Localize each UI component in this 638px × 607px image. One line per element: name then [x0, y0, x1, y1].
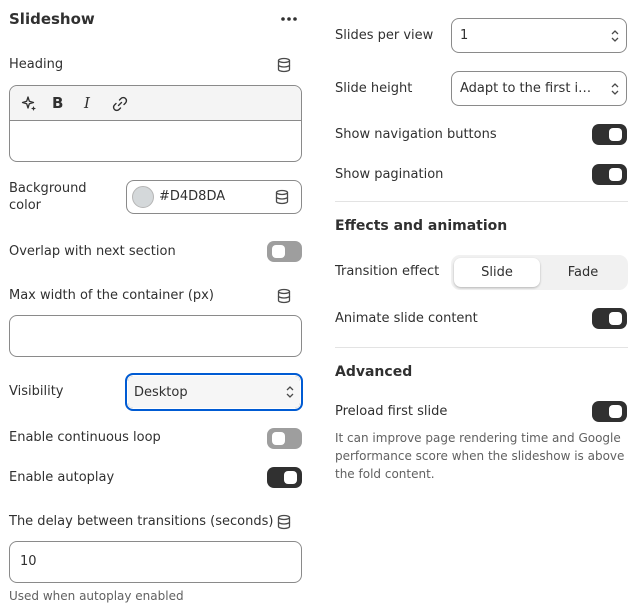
- divider: [335, 347, 628, 348]
- transition-effect-segmented: Slide Fade: [451, 255, 628, 290]
- autoplay-label: Enable autoplay: [9, 470, 115, 485]
- transition-option-fade[interactable]: Fade: [541, 258, 625, 287]
- nav-buttons-label: Show navigation buttons: [335, 127, 497, 142]
- visibility-value: Desktop: [134, 384, 188, 400]
- overlap-toggle[interactable]: [267, 241, 302, 262]
- slides-per-view-select[interactable]: 1: [451, 18, 627, 53]
- slides-per-view-label: Slides per view: [335, 28, 434, 43]
- preload-helper-text: It can improve page rendering time and G…: [335, 431, 625, 481]
- max-width-label: Max width of the container (px): [9, 288, 214, 303]
- magic-icon[interactable]: [21, 95, 39, 113]
- delay-label: The delay between transitions (seconds): [9, 514, 274, 529]
- dynamic-source-icon[interactable]: [274, 189, 290, 205]
- heading-input[interactable]: [20, 130, 290, 150]
- select-chevron-icon: [279, 385, 301, 399]
- heading-label: Heading: [9, 57, 64, 72]
- max-width-input[interactable]: [9, 315, 302, 357]
- more-horizontal-icon[interactable]: [278, 10, 300, 28]
- italic-icon[interactable]: I: [84, 94, 90, 112]
- transition-effect-label: Transition effect: [335, 264, 440, 279]
- background-color-picker[interactable]: #D4D8DA: [126, 180, 302, 214]
- visibility-select[interactable]: Desktop: [125, 373, 303, 411]
- select-chevron-icon: [604, 82, 626, 96]
- overlap-label: Overlap with next section: [9, 244, 176, 259]
- preload-label: Preload first slide: [335, 404, 448, 419]
- slide-height-select[interactable]: Adapt to the first image: [451, 71, 627, 106]
- slides-per-view-value: 1: [460, 28, 469, 43]
- dynamic-source-icon[interactable]: [276, 57, 292, 73]
- background-color-label: Background color: [9, 181, 87, 213]
- dynamic-source-icon[interactable]: [276, 514, 292, 530]
- nav-buttons-toggle[interactable]: [592, 124, 627, 145]
- bold-icon[interactable]: B: [52, 94, 63, 112]
- transition-option-slide[interactable]: Slide: [454, 258, 540, 287]
- delay-input[interactable]: 10: [9, 541, 302, 583]
- background-color-value[interactable]: #D4D8DA: [159, 189, 225, 204]
- animate-content-label: Animate slide content: [335, 311, 478, 326]
- visibility-label: Visibility: [9, 384, 64, 399]
- effects-section-title: Effects and animation: [335, 218, 508, 234]
- select-chevron-icon: [604, 29, 626, 43]
- continuous-loop-label: Enable continuous loop: [9, 430, 161, 445]
- pagination-toggle[interactable]: [592, 164, 627, 185]
- preload-toggle[interactable]: [592, 401, 627, 422]
- pagination-label: Show pagination: [335, 167, 444, 182]
- slide-height-value: Adapt to the first image: [460, 81, 604, 96]
- autoplay-toggle[interactable]: [267, 467, 302, 488]
- link-icon[interactable]: [111, 95, 129, 113]
- animate-content-toggle[interactable]: [592, 308, 627, 329]
- continuous-loop-toggle[interactable]: [267, 428, 302, 449]
- divider: [335, 201, 628, 202]
- slide-height-label: Slide height: [335, 81, 413, 96]
- heading-rich-text-editor: B I: [9, 85, 302, 162]
- delay-helper-text: Used when autoplay enabled: [9, 589, 184, 603]
- dynamic-source-icon[interactable]: [276, 288, 292, 304]
- panel-title: Slideshow: [9, 10, 95, 28]
- color-swatch[interactable]: [132, 186, 154, 208]
- advanced-section-title: Advanced: [335, 364, 413, 380]
